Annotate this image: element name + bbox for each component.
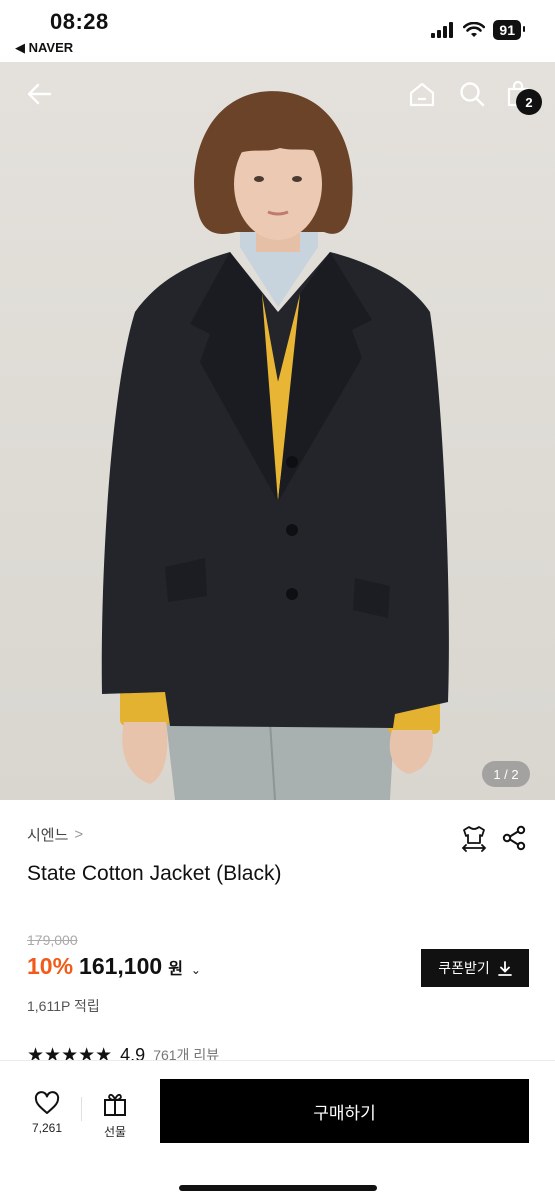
download-icon [497,960,512,976]
share-icon [502,825,526,851]
brand-name: 시엔느 [27,827,69,844]
search-icon [460,82,485,107]
price-row[interactable]: 10% 161,100 원 ⌄ [27,953,201,980]
sale-price: 161,100 [79,953,163,979]
image-counter: 1 / 2 [482,761,530,787]
back-to-app-link[interactable]: ◀ NAVER [15,40,73,56]
gift-icon [104,1093,126,1116]
points-info: 1,611P 적립 [27,998,100,1014]
coupon-download-button[interactable]: 쿠폰받기 [421,949,529,987]
bottom-action-bar: 7,261 선물 구매하기 [0,1060,555,1200]
product-image[interactable] [0,62,555,800]
heart-icon [34,1091,60,1114]
buy-button[interactable]: 구매하기 [160,1079,529,1143]
discount-rate: 10% [27,953,74,979]
divider [81,1097,82,1121]
original-price: 179,000 [27,932,78,948]
status-icons: 91 [431,20,525,40]
back-arrow-icon [27,83,52,105]
chevron-down-icon: ⌄ [190,963,201,977]
home-icon [409,82,435,107]
currency-label: 원 [168,961,183,978]
search-button[interactable] [454,76,490,112]
status-time: 08:28 [50,9,109,34]
share-button[interactable] [499,823,529,853]
model-photo [101,91,449,800]
signal-icon [431,22,454,38]
battery-indicator: 91 [493,20,525,40]
gift-button[interactable]: 선물 [96,1091,134,1140]
gift-label: 선물 [103,1125,127,1139]
size-guide-button[interactable] [459,823,489,853]
wishlist-button[interactable]: 7,261 [26,1091,68,1135]
size-guide-icon [461,826,487,852]
cart-count-badge: 2 [516,89,542,115]
home-button[interactable] [404,76,440,112]
product-title: State Cotton Jacket (Black) [27,862,282,885]
back-button[interactable] [21,76,57,112]
chevron-right-icon: > [74,826,84,843]
brand-link[interactable]: 시엔느 > [27,824,83,845]
hero-nav [0,62,555,132]
home-indicator [179,1185,377,1191]
coupon-label: 쿠폰받기 [438,960,490,976]
status-bar: 08:28 ◀ NAVER 91 [0,0,555,62]
wifi-icon [463,22,486,37]
wish-count: 7,261 [31,1121,63,1135]
